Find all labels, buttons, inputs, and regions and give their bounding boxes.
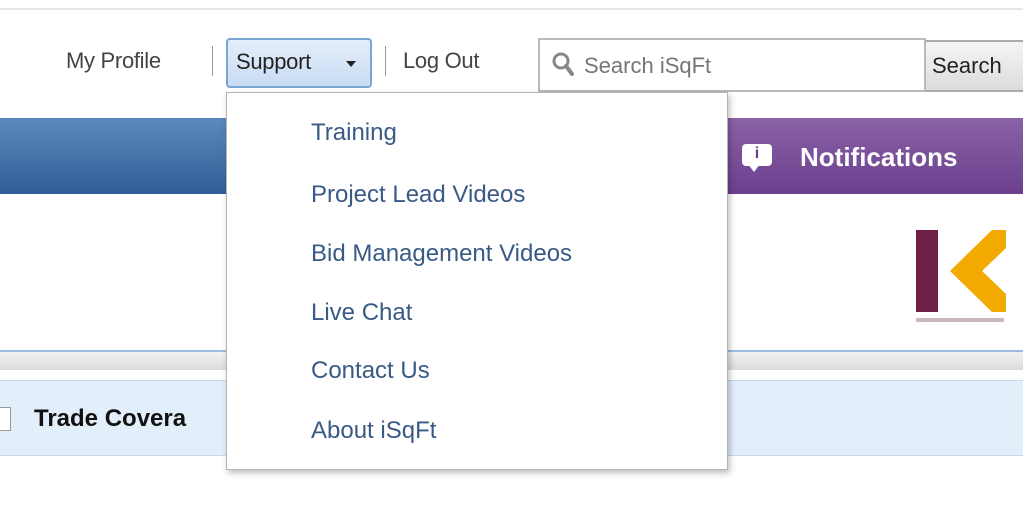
support-menu-button[interactable]: Support: [226, 38, 372, 88]
nav-separator: [212, 46, 213, 76]
menu-item-live-chat[interactable]: Live Chat: [311, 299, 412, 327]
menu-item-bid-management-videos[interactable]: Bid Management Videos: [311, 240, 572, 268]
tab-trade-coverage[interactable]: Trade Covera: [34, 405, 186, 433]
menu-item-about-isqft[interactable]: About iSqFt: [311, 417, 436, 445]
menu-item-contact-us[interactable]: Contact Us: [311, 357, 430, 385]
menu-item-training[interactable]: Training: [311, 119, 397, 147]
collapse-toggle[interactable]: [0, 407, 11, 431]
utility-bar: My Profile Support Log Out Search: [0, 38, 1023, 98]
nav-separator: [385, 46, 386, 76]
top-divider: [0, 8, 1023, 10]
search-input[interactable]: [582, 48, 916, 84]
info-bubble-icon: i: [742, 144, 772, 172]
notifications-label: Notifications: [800, 142, 958, 172]
my-profile-link[interactable]: My Profile: [66, 48, 161, 74]
chevron-down-icon: [346, 61, 356, 67]
notifications-button[interactable]: i Notifications: [728, 118, 1023, 194]
support-dropdown-menu: Training Project Lead Videos Bid Managem…: [226, 92, 728, 470]
log-out-link[interactable]: Log Out: [403, 48, 479, 74]
search-button[interactable]: Search: [926, 40, 1023, 92]
search-box: [538, 38, 926, 92]
menu-item-project-lead-videos[interactable]: Project Lead Videos: [311, 181, 525, 209]
support-label: Support: [236, 49, 311, 74]
search-icon: [552, 52, 574, 76]
company-logo: [916, 230, 1006, 322]
